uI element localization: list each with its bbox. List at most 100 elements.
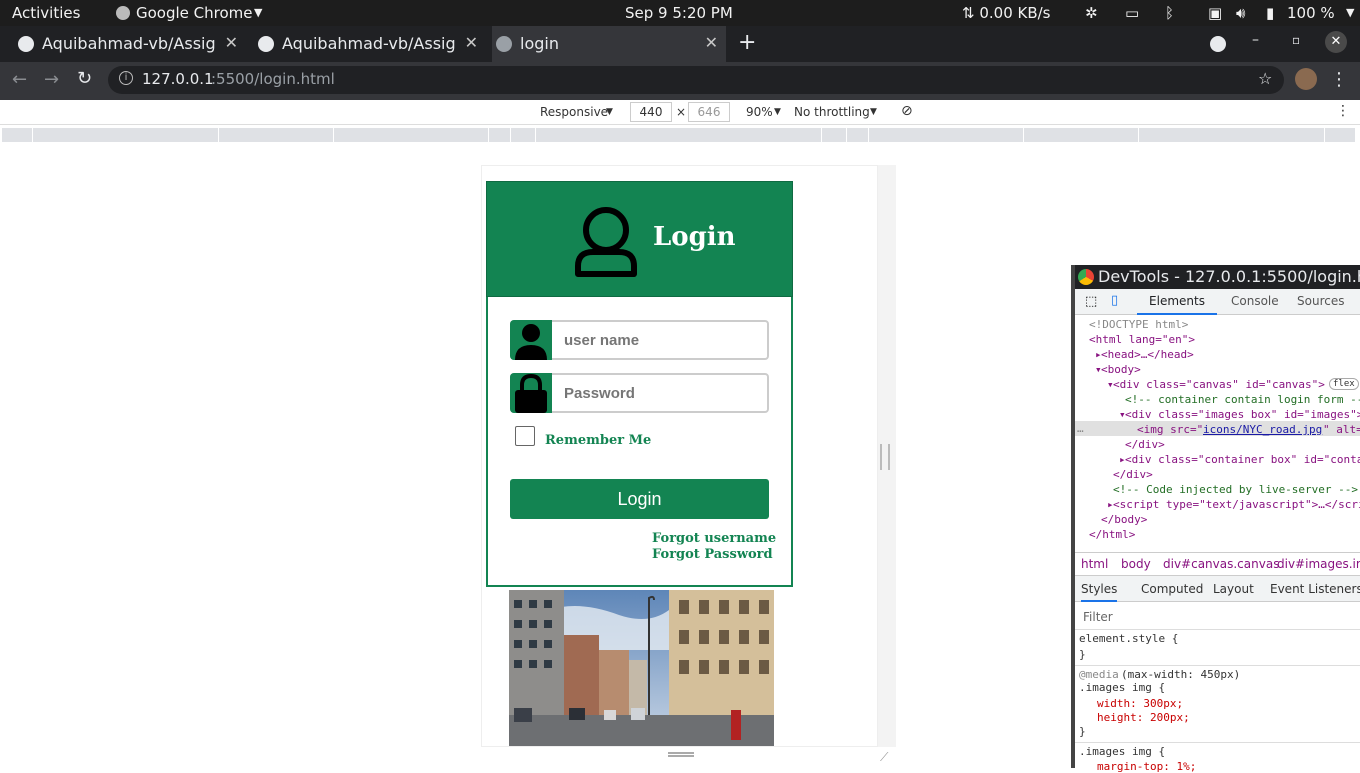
zoom-select[interactable]: 90% bbox=[746, 105, 773, 119]
style-property[interactable]: width: 300px; bbox=[1097, 697, 1183, 710]
bluetooth-icon[interactable]: ᛒ bbox=[1165, 4, 1174, 22]
login-button[interactable]: Login bbox=[510, 479, 769, 519]
activities-button[interactable]: Activities bbox=[12, 4, 80, 22]
login-header bbox=[486, 181, 793, 297]
tab-event-listeners[interactable]: Event Listeners bbox=[1270, 582, 1360, 596]
more-options-icon[interactable]: ⋮ bbox=[1336, 103, 1350, 119]
rotate-icon[interactable]: ⊘ bbox=[901, 103, 913, 119]
dom-line[interactable]: </body> bbox=[1101, 513, 1147, 526]
dom-line[interactable]: <head>…</head> bbox=[1101, 348, 1194, 361]
forgot-username-link[interactable]: Forgot username bbox=[652, 531, 776, 546]
dom-line[interactable]: <div class="container box" id="conta bbox=[1125, 453, 1360, 466]
close-tab-icon[interactable]: ✕ bbox=[465, 33, 478, 52]
tab-styles[interactable]: Styles bbox=[1081, 582, 1118, 602]
new-tab-icon[interactable]: + bbox=[738, 30, 756, 55]
password-input[interactable] bbox=[554, 375, 764, 411]
info-icon[interactable]: i bbox=[119, 71, 133, 85]
password-field[interactable] bbox=[510, 373, 769, 413]
bottom-resize-handle[interactable] bbox=[668, 752, 694, 757]
style-rule[interactable]: .images img { bbox=[1079, 681, 1165, 694]
tab-sources[interactable]: Sources bbox=[1297, 294, 1344, 308]
username-field[interactable] bbox=[510, 320, 769, 360]
dom-tree[interactable]: <!DOCTYPE html> <html lang="en"> ▸ <head… bbox=[1075, 316, 1360, 546]
flex-badge[interactable]: flex bbox=[1329, 378, 1359, 390]
breadcrumb-item[interactable]: div#images.ima bbox=[1277, 557, 1360, 571]
style-property[interactable]: margin-top: 1%; bbox=[1097, 760, 1196, 773]
avatar[interactable] bbox=[1295, 68, 1317, 90]
system-menu-arrow-icon[interactable]: ▼ bbox=[1346, 6, 1354, 19]
dom-line[interactable]: <!-- Code injected by live-server --> bbox=[1113, 483, 1358, 496]
breadcrumb-item[interactable]: body bbox=[1121, 557, 1151, 571]
forgot-password-link[interactable]: Forgot Password bbox=[652, 547, 773, 562]
dimension-times: × bbox=[676, 105, 687, 119]
dom-line: " alt= bbox=[1323, 423, 1360, 436]
city-street-image bbox=[509, 590, 774, 746]
close-tab-icon[interactable]: ✕ bbox=[705, 33, 718, 52]
username-input[interactable] bbox=[554, 322, 764, 358]
style-rule[interactable]: element.style { bbox=[1079, 632, 1178, 645]
close-tab-icon[interactable]: ✕ bbox=[225, 33, 238, 52]
width-input[interactable]: 440 bbox=[630, 102, 672, 122]
remember-me-checkbox[interactable] bbox=[515, 426, 535, 446]
dom-line[interactable]: <!DOCTYPE html> bbox=[1089, 318, 1188, 331]
address-bar[interactable]: i 127.0.0.1 :5500/login.html ☆ bbox=[108, 66, 1284, 94]
close-window-icon[interactable]: ✕ bbox=[1325, 31, 1347, 53]
back-icon[interactable]: ← bbox=[12, 69, 27, 90]
dom-line[interactable]: <div class="images box" id="images"> bbox=[1125, 408, 1360, 421]
tab-elements[interactable]: Elements bbox=[1137, 294, 1217, 315]
tab-layout[interactable]: Layout bbox=[1213, 582, 1254, 596]
tab-github-2[interactable]: Aquibahmad-vb/Assignm ✕ bbox=[254, 26, 486, 62]
devtools-titlebar[interactable]: DevTools - 127.0.0.1:5500/login.html bbox=[1075, 265, 1360, 289]
inspect-icon[interactable]: ⬚ bbox=[1085, 294, 1097, 309]
tab-search-icon[interactable] bbox=[1210, 36, 1226, 52]
tab-title: Aquibahmad-vb/Assignm bbox=[282, 34, 457, 53]
tab-computed[interactable]: Computed bbox=[1141, 582, 1203, 596]
minimize-icon[interactable]: – bbox=[1252, 32, 1259, 48]
device-mode-icon[interactable]: ▯ bbox=[1111, 293, 1118, 308]
github-icon bbox=[258, 36, 274, 52]
tab-console[interactable]: Console bbox=[1231, 294, 1279, 308]
maximize-icon[interactable]: ▫ bbox=[1292, 33, 1300, 47]
throttle-select[interactable]: No throttling bbox=[794, 105, 870, 119]
corner-resize-handle[interactable]: ⟋ bbox=[880, 750, 888, 765]
forward-icon[interactable]: → bbox=[44, 69, 59, 90]
dom-line[interactable]: <body> bbox=[1101, 363, 1141, 376]
chrome-menu-icon[interactable]: ⋮ bbox=[1330, 69, 1348, 90]
chevron-down-icon: ▼ bbox=[254, 6, 263, 19]
dom-link[interactable]: icons/NYC_road.jpg bbox=[1203, 423, 1322, 436]
remember-me-label[interactable]: Remember Me bbox=[545, 433, 651, 448]
clock[interactable]: Sep 9 5:20 PM bbox=[625, 4, 733, 22]
device-select[interactable]: Responsive bbox=[540, 105, 608, 119]
style-property[interactable]: height: 200px; bbox=[1097, 711, 1190, 724]
chevron-down-icon: ▼ bbox=[606, 107, 613, 117]
battery-icon[interactable]: ▮ bbox=[1266, 4, 1274, 22]
tab-github-1[interactable]: Aquibahmad-vb/Assignm ✕ bbox=[14, 26, 246, 62]
display-icon[interactable]: ▭ bbox=[1125, 4, 1139, 22]
app-menu[interactable]: Google Chrome bbox=[136, 4, 253, 22]
breadcrumb-item[interactable]: div#canvas.canvas bbox=[1163, 557, 1279, 571]
dom-line[interactable]: </div> bbox=[1125, 438, 1165, 451]
volume-icon[interactable]: 🔊︎ bbox=[1236, 4, 1245, 22]
user-icon bbox=[575, 207, 637, 277]
dom-line[interactable]: </html> bbox=[1089, 528, 1135, 541]
height-input[interactable]: 646 bbox=[688, 102, 730, 122]
battery-percent[interactable]: 100 % bbox=[1287, 4, 1335, 22]
breadcrumb-item[interactable]: html bbox=[1081, 557, 1108, 571]
breadcrumb: html body div#canvas.canvas div#images.i… bbox=[1075, 552, 1360, 576]
tray-icon[interactable]: ✲ bbox=[1085, 4, 1098, 22]
resize-handle[interactable] bbox=[880, 444, 890, 470]
bookmark-star-icon[interactable]: ☆ bbox=[1258, 69, 1272, 88]
tab-login[interactable]: login ✕ bbox=[492, 26, 726, 62]
ellipsis-icon[interactable]: … bbox=[1077, 422, 1084, 435]
dom-line[interactable]: </div> bbox=[1113, 468, 1153, 481]
style-rule[interactable]: .images img { bbox=[1079, 745, 1165, 758]
styles-filter-input[interactable]: Filter bbox=[1083, 610, 1113, 624]
dom-line[interactable]: <!-- container contain login form -- bbox=[1125, 393, 1360, 406]
dom-line[interactable]: <img src=" bbox=[1137, 423, 1203, 436]
dom-line[interactable]: <div class="canvas" id="canvas"> bbox=[1113, 378, 1325, 391]
window-icon[interactable]: ▣ bbox=[1208, 4, 1222, 22]
media-query-ruler[interactable] bbox=[0, 126, 1360, 144]
dom-line[interactable]: <html lang="en"> bbox=[1089, 333, 1195, 346]
dom-line[interactable]: <script type="text/javascript">…</scri bbox=[1113, 498, 1360, 511]
reload-icon[interactable]: ↻ bbox=[77, 68, 92, 89]
